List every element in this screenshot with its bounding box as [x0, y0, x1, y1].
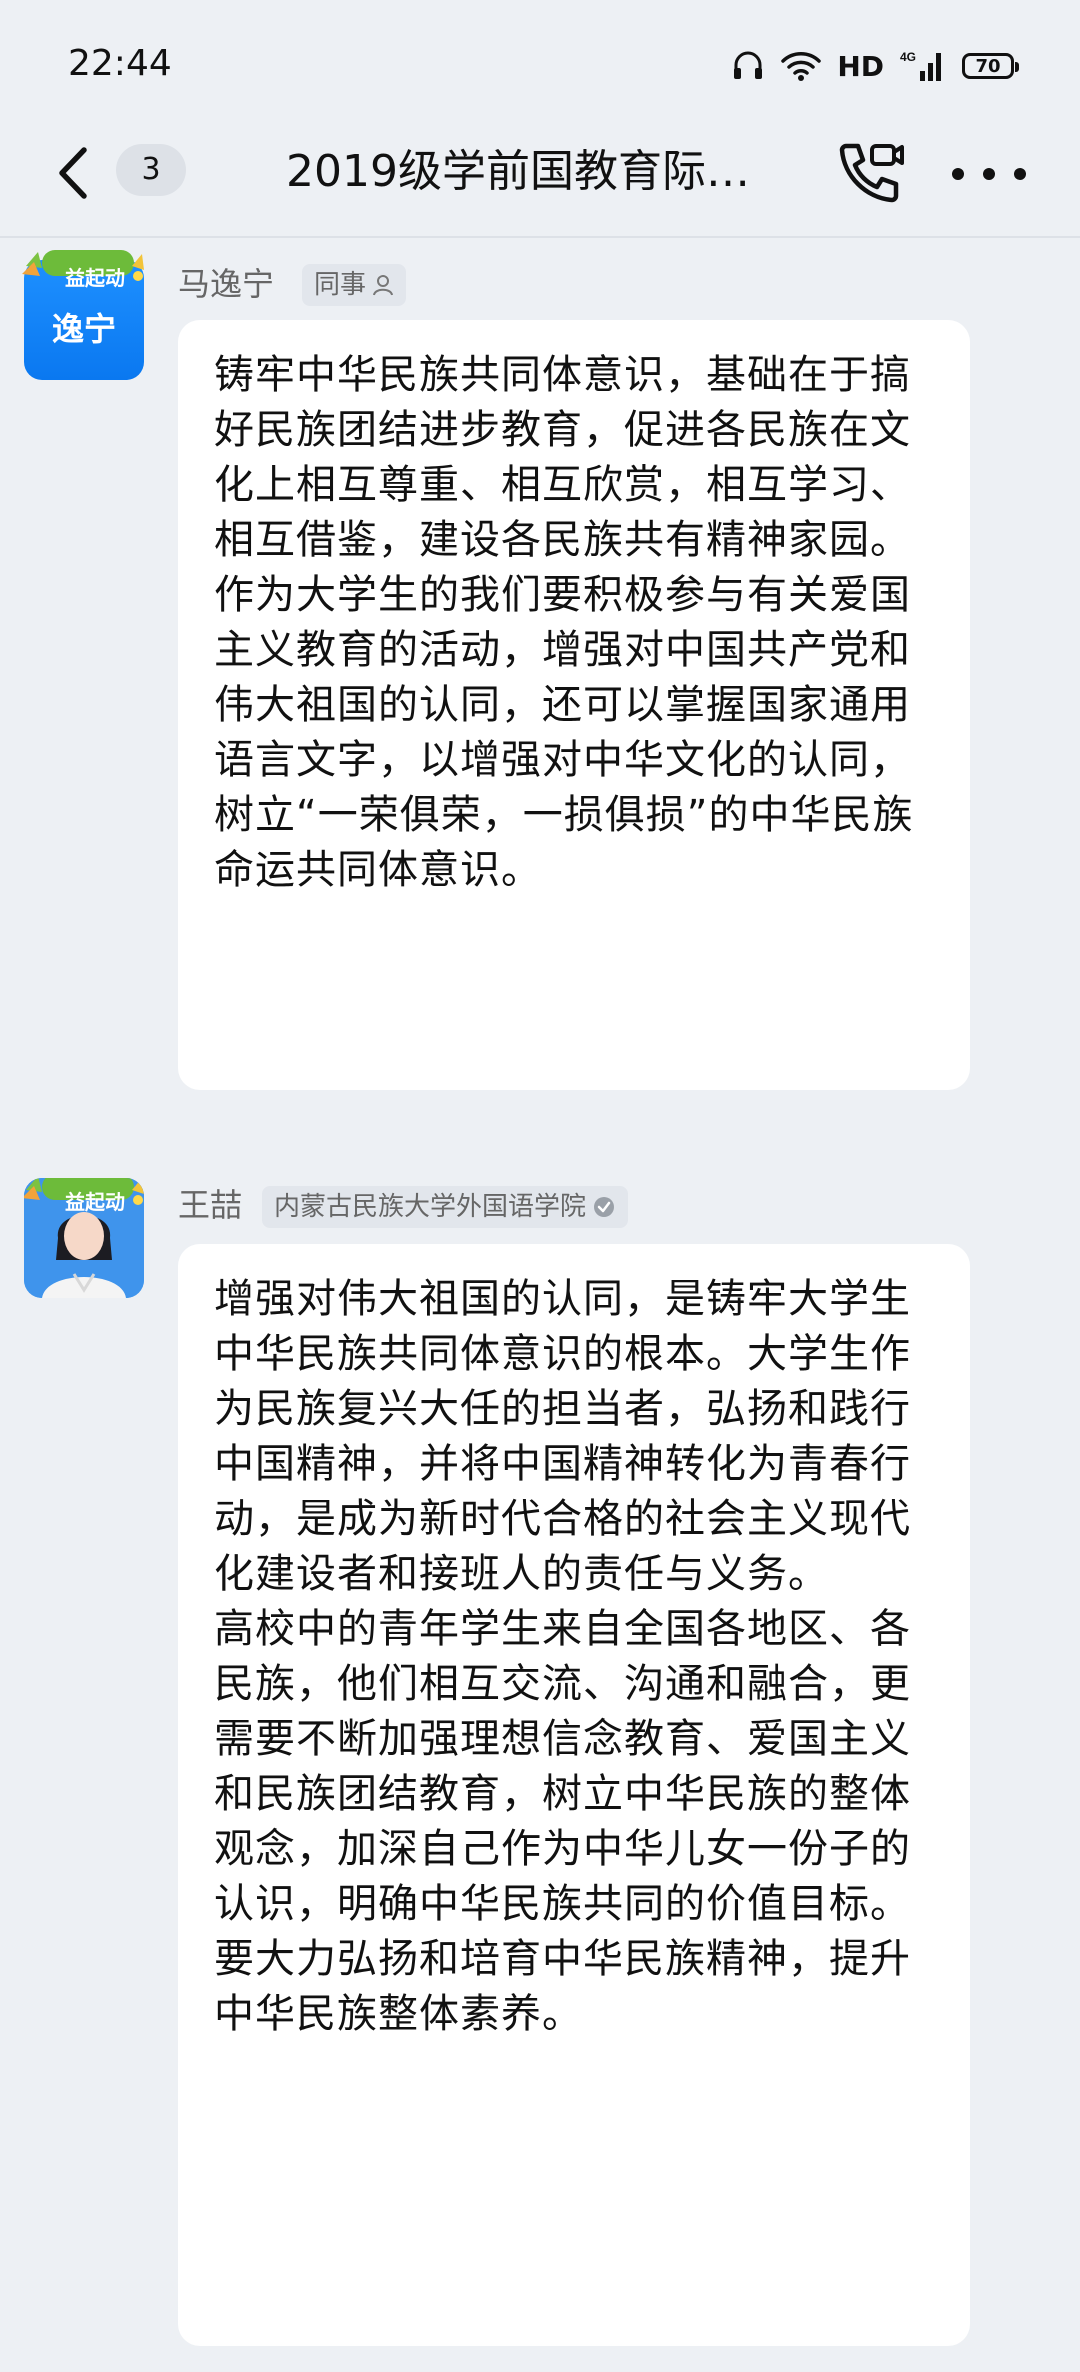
signal-icon: 4G — [900, 50, 941, 81]
sender-tag-label: 同事 — [314, 270, 367, 300]
chevron-left-icon — [59, 147, 87, 199]
message-bubble[interactable]: 增强对伟大祖国的认同，是铸牢大学生中华民族共同体意识的根本。大学生作为民族复兴大… — [178, 1244, 970, 2346]
network-gen-label: 4G — [900, 50, 916, 64]
dot-icon — [1014, 168, 1026, 180]
avatar-badge-label: 益起动 — [65, 1190, 125, 1214]
sender-tag-label: 内蒙古民族大学外国语学院 — [274, 1192, 587, 1222]
headphones-icon — [734, 51, 763, 79]
status-icons: HD 4G 70 — [731, 44, 1019, 88]
person-icon — [373, 275, 394, 296]
status-bar: 22:44 HD 4G 70 — [0, 0, 1080, 130]
sender-tag: 同事 — [302, 264, 407, 306]
message-bubble[interactable]: 铸牢中华民族共同体意识，基础在于搞好民族团结进步教育，促进各民族在文化上相互尊重… — [178, 320, 970, 1090]
back-button[interactable] — [44, 138, 114, 208]
avatar-sender-1[interactable]: 逸宁 益起动 — [22, 250, 144, 380]
battery-indicator: 70 — [962, 53, 1019, 79]
sender-name: 王喆 — [178, 1186, 243, 1224]
call-button[interactable] — [832, 134, 908, 210]
dot-icon — [983, 168, 995, 180]
avatar-badge-label: 益起动 — [65, 266, 125, 290]
chat-title: 2019级学前国教育际… — [286, 146, 750, 197]
battery-level: 70 — [975, 55, 1001, 77]
dot-icon — [952, 168, 964, 180]
more-options-button[interactable] — [952, 146, 1026, 202]
status-time: 22:44 — [68, 43, 172, 84]
avatar-initials: 逸宁 — [51, 310, 116, 348]
unread-count-badge[interactable]: 3 — [116, 144, 186, 196]
chat-header: 3 2019级学前国教育际… — [0, 120, 1080, 238]
verified-icon — [594, 1197, 615, 1217]
wifi-icon — [781, 52, 822, 81]
avatar-sender-2[interactable]: 益起动 — [24, 1178, 144, 1298]
network-hd-label: HD — [837, 49, 884, 83]
sender-tag: 内蒙古民族大学外国语学院 — [262, 1186, 629, 1228]
phone-video-icon — [839, 143, 904, 203]
sender-name: 马逸宁 — [178, 265, 275, 303]
